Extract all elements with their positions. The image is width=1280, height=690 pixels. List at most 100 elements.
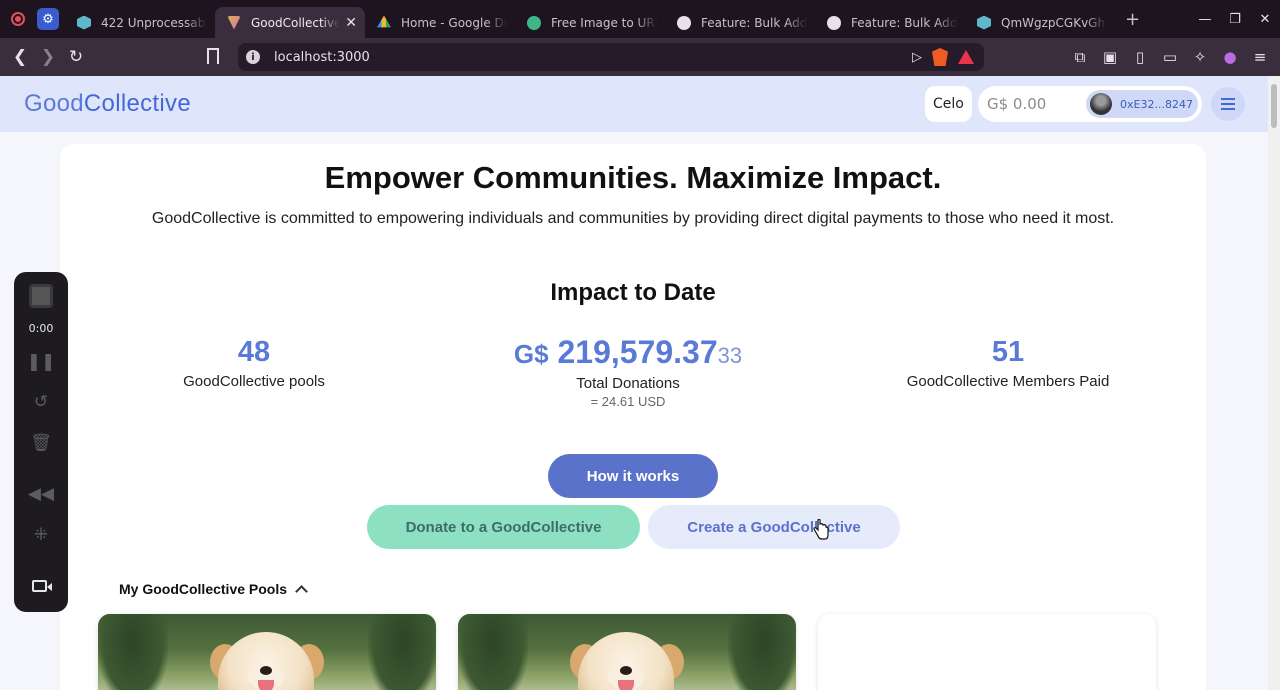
tree-shape: [368, 614, 436, 690]
screenshot-icon[interactable]: ▣: [1102, 48, 1118, 66]
members-count: 51: [991, 336, 1025, 368]
window-controls: — ❐ ✕: [1190, 0, 1280, 38]
tab-google-drive[interactable]: Home - Google Dri: [365, 7, 515, 38]
wallet-icon[interactable]: ▭: [1162, 48, 1178, 66]
omnibox-actions: ▷: [912, 43, 974, 71]
minimize-icon[interactable]: —: [1190, 12, 1220, 27]
github-icon: [827, 15, 841, 30]
my-pools-toggle[interactable]: My GoodCollective Pools: [119, 581, 308, 598]
google-drive-icon: [377, 15, 391, 28]
chain-selector[interactable]: Celo: [925, 86, 972, 122]
browser-menu-icon[interactable]: ≡: [1252, 48, 1268, 66]
address-bar[interactable]: i localhost:3000 ▷: [238, 43, 984, 71]
goodcollective-icon: [227, 15, 241, 30]
tab-label: Feature: Bulk Add: [701, 15, 807, 30]
leo-ai-icon[interactable]: ✧: [1192, 48, 1208, 66]
url-text[interactable]: localhost:3000: [274, 50, 370, 65]
impact-title: Impact to Date: [550, 279, 716, 306]
new-tab-button[interactable]: +: [1125, 9, 1140, 30]
dog-tongue-shape: [618, 680, 634, 690]
pool-card[interactable]: [98, 614, 436, 690]
pool-image: [458, 614, 796, 690]
members-label: GoodCollective Members Paid: [906, 373, 1110, 390]
browser-toolbar: ❮ ❯ ↻ i localhost:3000 ▷ ⧉ ▣ ▯ ▭ ✧ ● ≡: [0, 38, 1280, 76]
site-info-icon[interactable]: i: [246, 50, 260, 64]
reload-icon[interactable]: ↻: [62, 47, 90, 67]
app-menu-icon[interactable]: ⚙: [37, 8, 59, 30]
tab-feature-bulk-add-1[interactable]: Feature: Bulk Add: [665, 7, 815, 38]
my-pools-title: My GoodCollective Pools: [119, 581, 288, 597]
maximize-icon[interactable]: ❐: [1220, 12, 1250, 27]
brave-shields-icon[interactable]: [932, 48, 948, 66]
tab-list: 422 Unprocessable GoodCollective ✕ Home …: [65, 0, 1140, 38]
wallet-balance: G$ 0.00: [987, 95, 1047, 113]
donations-currency: G$: [513, 339, 549, 369]
logo-suffix: Collective: [83, 90, 191, 117]
pool-card-empty[interactable]: [818, 614, 1156, 690]
donations-amount: G$ 219,579.3733: [480, 334, 776, 371]
tab-goodcollective[interactable]: GoodCollective ✕: [215, 7, 365, 38]
hamburger-menu-icon[interactable]: [1211, 87, 1245, 121]
pools-count: 48: [237, 336, 271, 368]
donations-label: Total Donations: [576, 375, 680, 392]
tab-qmwgzp[interactable]: QmWgzpCGKvGhK: [965, 7, 1115, 38]
tab-label: Feature: Bulk Add: [851, 15, 957, 30]
browser-tab-strip: ⚙ 422 Unprocessable GoodCollective ✕ Hom…: [0, 0, 1280, 38]
rewind-icon[interactable]: ◀◀: [14, 484, 68, 504]
site-header: GoodCollective Celo G$ 0.00 0xE32...8247: [0, 76, 1268, 132]
sidebar-icon[interactable]: ▯: [1132, 48, 1148, 66]
pool-image: [98, 614, 436, 690]
wallet-address: 0xE32...8247: [1120, 97, 1193, 111]
hexagon-icon: [77, 15, 91, 30]
extension-icons: ⧉ ▣ ▯ ▭ ✧ ● ≡: [1072, 38, 1268, 76]
tab-label: GoodCollective: [251, 15, 340, 30]
stat-donations: G$ 219,579.3733 Total Donations = 24.61 …: [480, 334, 776, 409]
tab-422-unprocessable[interactable]: 422 Unprocessable: [65, 7, 215, 38]
back-icon[interactable]: ❮: [6, 47, 34, 67]
stop-recording-icon[interactable]: [29, 284, 53, 308]
recording-time: 0:00: [28, 322, 54, 335]
goodcollective-logo[interactable]: GoodCollective: [24, 90, 191, 118]
donate-button[interactable]: Donate to a GoodCollective: [367, 505, 640, 549]
how-it-works-button[interactable]: How it works: [548, 454, 718, 498]
create-collective-button[interactable]: Create a GoodCollective: [648, 505, 900, 549]
scrollbar-thumb[interactable]: [1271, 84, 1277, 128]
hero-title: Empower Communities. Maximize Impact.: [324, 160, 942, 195]
share-icon[interactable]: ▷: [912, 50, 922, 65]
chevron-up-icon: [295, 584, 308, 598]
tab-free-image-to-url[interactable]: Free Image to URL: [515, 7, 665, 38]
donations-decimals: 33: [717, 343, 743, 368]
page-scrollbar[interactable]: [1268, 76, 1280, 690]
camera-icon[interactable]: [32, 580, 52, 592]
pause-icon[interactable]: ❚❚: [14, 352, 68, 372]
recording-indicator-icon[interactable]: [11, 12, 25, 26]
wallet-pill[interactable]: G$ 0.00 0xE32...8247: [978, 86, 1202, 122]
account-chip[interactable]: 0xE32...8247: [1086, 90, 1198, 118]
grid-icon[interactable]: ⁜: [14, 525, 68, 545]
tab-label: QmWgzpCGKvGhK: [1001, 15, 1107, 30]
dog-tongue-shape: [258, 680, 274, 690]
trash-icon[interactable]: 🗑: [14, 433, 68, 453]
close-window-icon[interactable]: ✕: [1250, 12, 1280, 27]
hexagon-icon: [977, 15, 991, 30]
tab-feature-bulk-add-2[interactable]: Feature: Bulk Add: [815, 7, 965, 38]
forward-icon[interactable]: ❯: [34, 47, 62, 67]
tab-label: 422 Unprocessable: [101, 15, 207, 30]
close-tab-icon[interactable]: ✕: [345, 15, 357, 31]
brave-rewards-icon[interactable]: [958, 50, 974, 64]
logo-prefix: Good: [24, 90, 84, 117]
dog-nose-shape: [260, 666, 272, 675]
restart-icon[interactable]: ↺: [14, 392, 68, 412]
profile-icon[interactable]: ●: [1222, 48, 1238, 66]
tab-label: Free Image to URL: [551, 15, 657, 30]
tab-label: Home - Google Dri: [401, 15, 507, 30]
bookmark-icon[interactable]: [207, 48, 219, 65]
stat-members: 51 GoodCollective Members Paid: [880, 336, 1136, 390]
donations-value: 219,579.37: [557, 334, 718, 370]
pool-card[interactable]: [458, 614, 796, 690]
extensions-icon[interactable]: ⧉: [1072, 48, 1088, 66]
page-content: GoodCollective Celo G$ 0.00 0xE32...8247…: [0, 76, 1268, 690]
dog-nose-shape: [620, 666, 632, 675]
hand-cursor-icon: [813, 519, 829, 540]
screen-recorder-widget: 0:00 ❚❚ ↺ 🗑 ◀◀ ⁜: [14, 272, 68, 612]
